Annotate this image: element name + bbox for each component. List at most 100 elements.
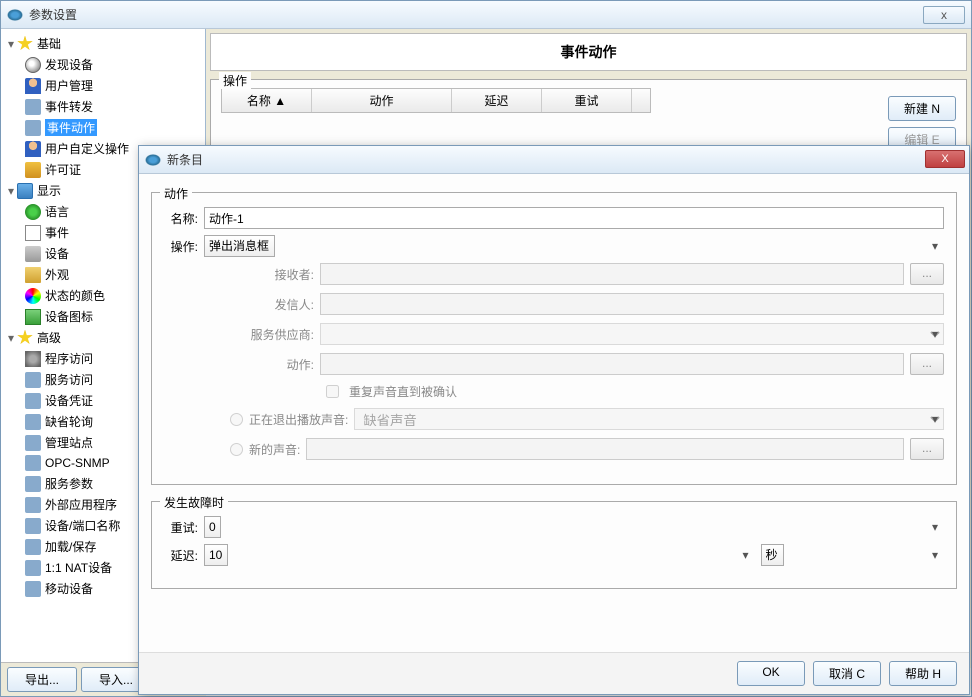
name-label: 名称: bbox=[164, 210, 198, 227]
provider-select bbox=[320, 323, 944, 345]
port-icon bbox=[25, 518, 41, 534]
sender-label: 发信人: bbox=[194, 296, 314, 313]
browse-button: ... bbox=[910, 438, 944, 460]
new-sound-input bbox=[306, 438, 904, 460]
panel-title: 事件动作 bbox=[210, 33, 967, 71]
ok-button[interactable]: OK bbox=[737, 661, 805, 686]
close-icon[interactable]: x bbox=[923, 6, 965, 24]
twisty-icon: ▾ bbox=[5, 184, 17, 198]
col-delay[interactable]: 延迟 bbox=[452, 89, 542, 112]
action-group: 动作 名称: 操作: 弹出消息框 接收者: ... bbox=[151, 192, 957, 485]
failure-group: 发生故障时 重试: 0 延迟: 10 秒 bbox=[151, 501, 957, 589]
action-label: 动作: bbox=[194, 356, 314, 373]
apps-icon bbox=[25, 497, 41, 513]
new-button[interactable]: 新建 N bbox=[888, 96, 956, 121]
col-name[interactable]: 名称 ▲ bbox=[222, 89, 312, 112]
new-sound-row: 新的声音: ... bbox=[164, 438, 944, 460]
globe-icon bbox=[25, 204, 41, 220]
browse-button: ... bbox=[910, 353, 944, 375]
app-icon bbox=[145, 154, 161, 166]
tree-group-basic[interactable]: ▾ 基础 bbox=[1, 33, 205, 54]
sender-row: 发信人: bbox=[164, 293, 944, 315]
poll-icon bbox=[25, 414, 41, 430]
delay-label: 延迟: bbox=[164, 547, 198, 564]
provider-label: 服务供应商: bbox=[194, 326, 314, 343]
key-icon bbox=[25, 162, 41, 178]
repeat-sound-label: 重复声音直到被确认 bbox=[349, 383, 457, 400]
palette-icon bbox=[25, 288, 41, 304]
window-title: 参数设置 bbox=[29, 6, 77, 23]
service-icon bbox=[25, 372, 41, 388]
tree-item-event-action[interactable]: 事件动作 bbox=[1, 117, 205, 138]
name-input[interactable] bbox=[204, 207, 944, 229]
dialog-title: 新条目 bbox=[167, 151, 203, 168]
tree-item-users[interactable]: 用户管理 bbox=[1, 75, 205, 96]
export-button[interactable]: 导出... bbox=[7, 667, 77, 692]
forward-icon bbox=[25, 99, 41, 115]
tree-item-discover[interactable]: 发现设备 bbox=[1, 54, 205, 75]
action-row: 动作: ... bbox=[164, 353, 944, 375]
close-icon[interactable]: X bbox=[925, 150, 965, 168]
badge-icon bbox=[25, 393, 41, 409]
new-sound-label: 新的声音: bbox=[249, 441, 300, 458]
new-sound-radio bbox=[230, 443, 243, 456]
retry-label: 重试: bbox=[164, 519, 198, 536]
tree-item-forward[interactable]: 事件转发 bbox=[1, 96, 205, 117]
opc-icon bbox=[25, 455, 41, 471]
receiver-row: 接收者: ... bbox=[164, 263, 944, 285]
twisty-icon: ▾ bbox=[5, 37, 17, 51]
printer-icon bbox=[25, 246, 41, 262]
retry-dropdown[interactable]: 0 bbox=[204, 516, 221, 538]
col-action[interactable]: 动作 bbox=[312, 89, 452, 112]
person-icon bbox=[25, 141, 41, 157]
name-row: 名称: bbox=[164, 207, 944, 229]
playing-sound-radio bbox=[230, 413, 243, 426]
receiver-label: 接收者: bbox=[194, 266, 314, 283]
magnifier-icon bbox=[25, 57, 41, 73]
operation-label: 操作: bbox=[164, 238, 198, 255]
operation-row: 操作: 弹出消息框 bbox=[164, 235, 944, 257]
sender-input bbox=[320, 293, 944, 315]
receiver-input bbox=[320, 263, 904, 285]
action-icon bbox=[25, 120, 41, 136]
group-legend: 操作 bbox=[219, 72, 251, 89]
params-icon bbox=[25, 476, 41, 492]
dialog-body: 动作 名称: 操作: 弹出消息框 接收者: ... bbox=[139, 174, 969, 660]
table-header[interactable]: 名称 ▲ 动作 延迟 重试 bbox=[221, 88, 651, 113]
delay-unit-dropdown[interactable]: 秒 bbox=[761, 544, 784, 566]
app-icon bbox=[7, 9, 23, 21]
cancel-button[interactable]: 取消 C bbox=[813, 661, 881, 686]
provider-row: 服务供应商: bbox=[164, 323, 944, 345]
station-icon bbox=[25, 435, 41, 451]
save-icon bbox=[25, 539, 41, 555]
playing-sound-row: 正在退出播放声音: 缺省声音 bbox=[164, 408, 944, 430]
dialog-titlebar[interactable]: 新条目 X bbox=[139, 146, 969, 174]
group-legend: 发生故障时 bbox=[160, 494, 228, 511]
titlebar[interactable]: 参数设置 x bbox=[1, 1, 971, 29]
delay-unit-select[interactable]: 秒 bbox=[761, 544, 945, 566]
doc-icon bbox=[25, 225, 41, 241]
cog-icon bbox=[25, 351, 41, 367]
retry-select[interactable]: 0 bbox=[204, 516, 944, 538]
help-button[interactable]: 帮助 H bbox=[889, 661, 957, 686]
star-icon bbox=[17, 36, 33, 52]
new-entry-dialog: 新条目 X 动作 名称: 操作: 弹出消息框 接收者: bbox=[138, 145, 970, 695]
operation-select[interactable]: 弹出消息框 bbox=[204, 235, 944, 257]
operation-dropdown[interactable]: 弹出消息框 bbox=[204, 235, 275, 257]
monitor-icon bbox=[17, 183, 33, 199]
delay-value-select[interactable]: 10 bbox=[204, 544, 755, 566]
delay-value-dropdown[interactable]: 10 bbox=[204, 544, 228, 566]
action-input bbox=[320, 353, 904, 375]
star-icon bbox=[17, 330, 33, 346]
playing-sound-label: 正在退出播放声音: bbox=[249, 411, 348, 428]
repeat-sound-checkbox bbox=[326, 385, 339, 398]
picture-icon bbox=[25, 309, 41, 325]
dialog-footer: OK 取消 C 帮助 H bbox=[139, 652, 969, 694]
group-legend: 动作 bbox=[160, 185, 192, 202]
delay-row: 延迟: 10 秒 bbox=[164, 544, 944, 566]
person-icon bbox=[25, 78, 41, 94]
col-retry[interactable]: 重试 bbox=[542, 89, 632, 112]
twisty-icon: ▾ bbox=[5, 331, 17, 345]
browse-button: ... bbox=[910, 263, 944, 285]
folder-icon bbox=[25, 267, 41, 283]
